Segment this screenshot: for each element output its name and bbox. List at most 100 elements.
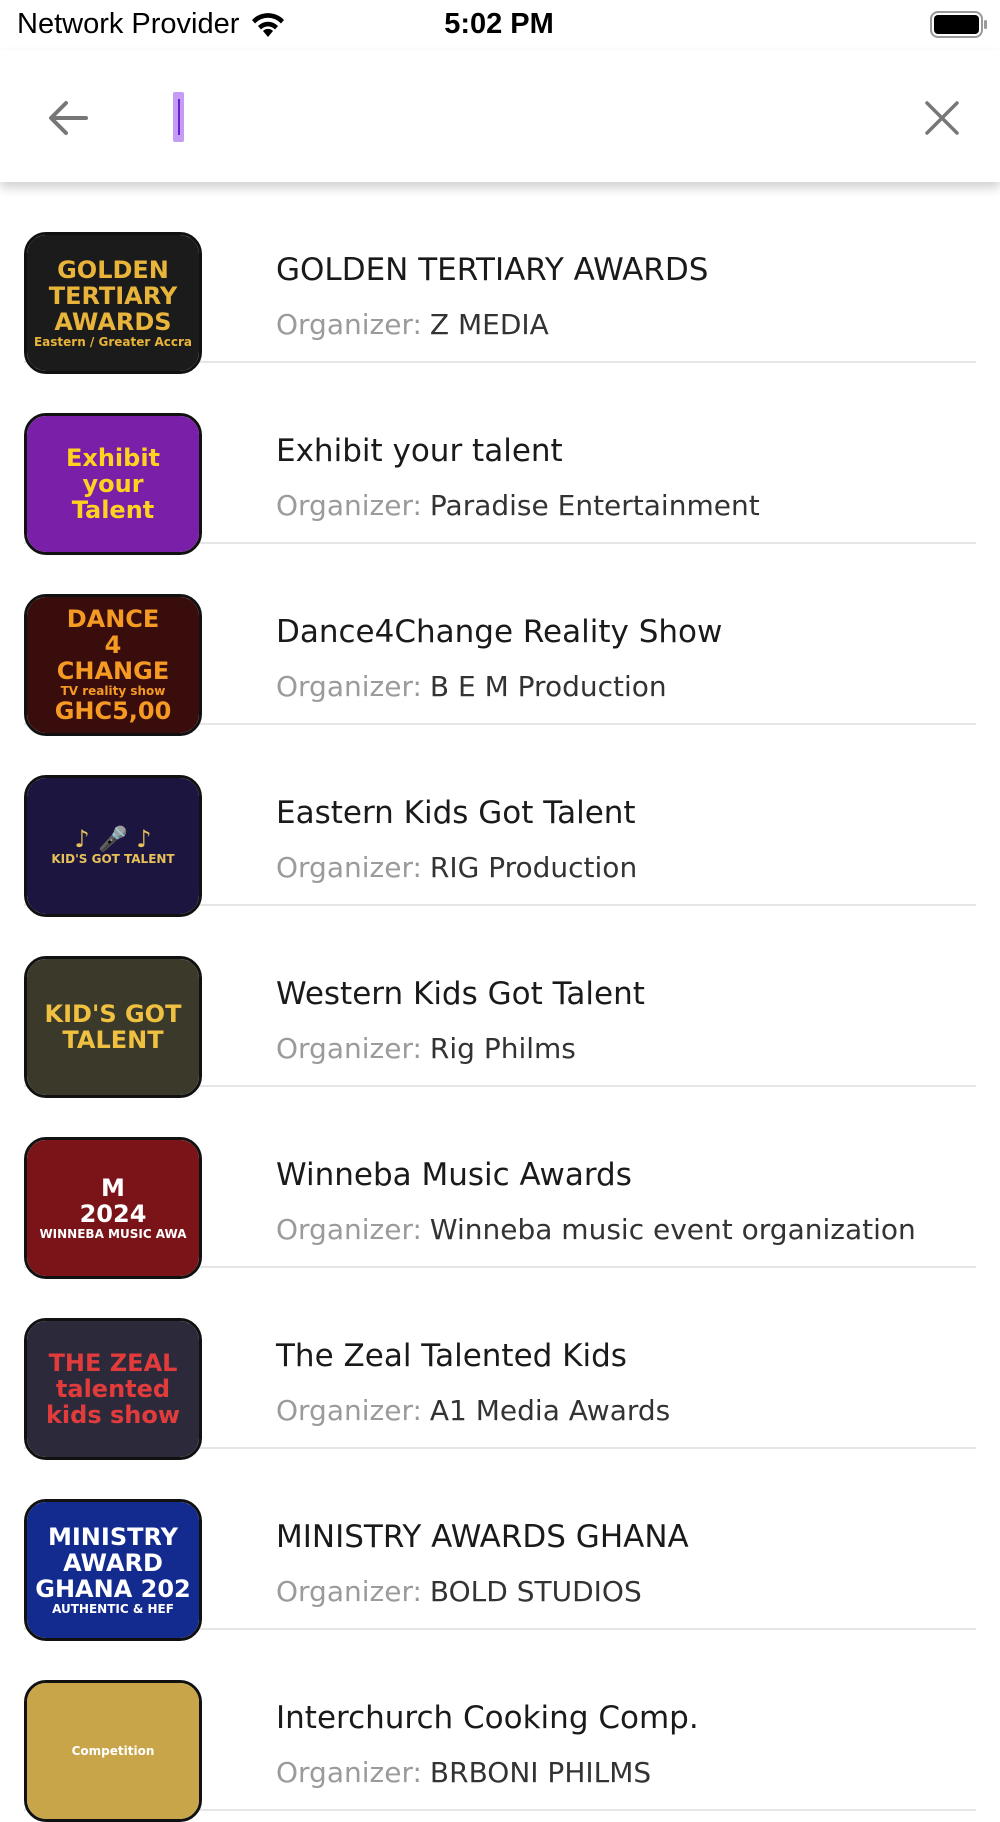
organizer-name: BRBONI PHILMS — [429, 1756, 652, 1789]
poster-text: Exhibit — [65, 444, 161, 472]
event-organizer: Organizer: Z MEDIA — [276, 308, 549, 341]
organizer-name: BOLD STUDIOS — [429, 1575, 642, 1608]
event-thumbnail: M 2024 WINNEBA MUSIC AWA — [24, 1137, 202, 1279]
event-title: Eastern Kids Got Talent — [276, 795, 636, 831]
event-thumbnail: Competition — [24, 1680, 202, 1822]
poster-text: TERTIARY — [48, 282, 178, 310]
event-title: The Zeal Talented Kids — [276, 1338, 627, 1374]
event-thumbnail: DANCE 4 CHANGE TV reality show GHC5,00 — [24, 594, 202, 736]
event-organizer: Organizer: Rig Philms — [276, 1032, 576, 1065]
event-poster: ♪ 🎤 ♪ KID'S GOT TALENT — [27, 778, 199, 914]
event-thumbnail: ♪ 🎤 ♪ KID'S GOT TALENT — [24, 775, 202, 917]
event-list-item[interactable]: M 2024 WINNEBA MUSIC AWA Winneba Music Awar… — [24, 1087, 976, 1279]
text-cursor — [173, 92, 184, 142]
poster-text: AUTHENTIC & HEF — [52, 1602, 174, 1616]
event-organizer: Organizer: Winneba music event organizati… — [276, 1213, 916, 1246]
poster-text: KID'S GOT TALENT — [51, 852, 175, 866]
event-title: Exhibit your talent — [276, 433, 563, 469]
event-title: Winneba Music Awards — [276, 1157, 632, 1193]
event-poster: DANCE 4 CHANGE TV reality show GHC5,00 — [27, 597, 199, 733]
poster-text: 4 — [104, 631, 122, 659]
clear-button[interactable] — [912, 90, 972, 146]
organizer-label: Organizer: — [276, 670, 422, 703]
organizer-label: Organizer: — [276, 308, 422, 341]
event-title: GOLDEN TERTIARY AWARDS — [276, 252, 709, 288]
status-bar: Network Provider 5:02 PM — [0, 0, 1000, 50]
event-list-item[interactable]: GOLDEN TERTIARY AWARDS Eastern / Greater Ac… — [24, 182, 976, 374]
event-organizer: Organizer: BRBONI PHILMS — [276, 1756, 651, 1789]
event-list-item[interactable]: KID'S GOT TALENT Western Kids Got Talent Or… — [24, 906, 976, 1098]
event-organizer: Organizer: Paradise Entertainment — [276, 489, 760, 522]
poster-text: AWARD — [63, 1549, 163, 1577]
organizer-label: Organizer: — [276, 489, 422, 522]
back-arrow-icon — [49, 101, 88, 135]
battery-icon — [930, 11, 987, 38]
event-thumbnail: Exhibit your Talent — [24, 413, 202, 555]
poster-text: MINISTRY — [47, 1523, 179, 1551]
organizer-label: Organizer: — [276, 1394, 422, 1427]
clock: 5:02 PM — [0, 8, 1000, 41]
poster-text: DANCE — [66, 605, 160, 633]
event-title: Interchurch Cooking Comp. — [276, 1700, 699, 1736]
organizer-name: Rig Philms — [429, 1032, 576, 1065]
poster-text: AWARDS — [54, 308, 172, 336]
organizer-name: Z MEDIA — [429, 308, 549, 341]
organizer-label: Organizer: — [276, 1575, 422, 1608]
event-poster: Exhibit your Talent — [27, 416, 199, 552]
event-title: MINISTRY AWARDS GHANA — [276, 1519, 689, 1555]
organizer-name: A1 Media Awards — [429, 1394, 671, 1427]
poster-text: WINNEBA MUSIC AWA — [39, 1227, 187, 1241]
poster-text: Competition — [71, 1744, 155, 1758]
event-thumbnail: KID'S GOT TALENT — [24, 956, 202, 1098]
poster-text: GOLDEN — [57, 256, 169, 284]
event-thumbnail: THE ZEAL talented kids show — [24, 1318, 202, 1460]
poster-text: TV reality show — [60, 684, 166, 698]
event-list-item[interactable]: DANCE 4 CHANGE TV reality show GHC5,00 Dance4… — [24, 544, 976, 736]
organizer-name: Winneba music event organization — [429, 1213, 916, 1246]
poster-text: M — [101, 1174, 125, 1202]
search-input[interactable] — [160, 90, 900, 146]
event-poster: GOLDEN TERTIARY AWARDS Eastern / Greater Ac… — [27, 235, 199, 371]
poster-text: GHC5,00 — [54, 697, 172, 725]
event-title: Dance4Change Reality Show — [276, 614, 723, 650]
event-thumbnail: GOLDEN TERTIARY AWARDS Eastern / Greater Ac… — [24, 232, 202, 374]
event-poster: THE ZEAL talented kids show — [27, 1321, 199, 1457]
poster-text: kids show — [45, 1401, 181, 1429]
close-icon — [925, 101, 959, 135]
event-poster: M 2024 WINNEBA MUSIC AWA — [27, 1140, 199, 1276]
event-list-item[interactable]: ♪ 🎤 ♪ KID'S GOT TALENT Eastern Kids Got Ta… — [24, 725, 976, 917]
poster-text: talented — [55, 1375, 171, 1403]
poster-text: THE ZEAL — [48, 1349, 178, 1377]
organizer-label: Organizer: — [276, 851, 422, 884]
organizer-name: B E M Production — [429, 670, 667, 703]
event-list: GOLDEN TERTIARY AWARDS Eastern / Greater Ac… — [0, 182, 1000, 1822]
organizer-label: Organizer: — [276, 1756, 422, 1789]
poster-text: CHANGE — [56, 657, 170, 685]
event-list-item[interactable]: THE ZEAL talented kids show The Zeal Talent… — [24, 1268, 976, 1460]
poster-text: TALENT — [62, 1026, 164, 1054]
event-organizer: Organizer: BOLD STUDIOS — [276, 1575, 642, 1608]
organizer-name: RIG Production — [429, 851, 638, 884]
event-title: Western Kids Got Talent — [276, 976, 645, 1012]
event-poster: MINISTRY AWARD GHANA 202 AUTHENTIC & HEF — [27, 1502, 199, 1638]
event-organizer: Organizer: RIG Production — [276, 851, 637, 884]
poster-text: ♪ 🎤 ♪ — [74, 825, 152, 853]
back-button[interactable] — [40, 90, 96, 146]
poster-text: Talent — [71, 496, 155, 524]
event-list-item[interactable]: Competition Interchurch Cooking Comp. Orga… — [24, 1630, 976, 1822]
organizer-label: Organizer: — [276, 1032, 422, 1065]
event-thumbnail: MINISTRY AWARD GHANA 202 AUTHENTIC & HEF — [24, 1499, 202, 1641]
poster-text: your — [82, 470, 144, 498]
poster-text: GHANA 202 — [35, 1575, 191, 1603]
organizer-label: Organizer: — [276, 1213, 422, 1246]
poster-text: Eastern / Greater Accra — [33, 335, 192, 349]
poster-text: KID'S GOT — [44, 1000, 182, 1028]
clock-text: 5:02 PM — [444, 8, 554, 40]
search-header — [0, 50, 1000, 182]
event-list-item[interactable]: Exhibit your Talent Exhibit your talent Orga… — [24, 363, 976, 555]
event-list-item[interactable]: MINISTRY AWARD GHANA 202 AUTHENTIC & HEF MIN… — [24, 1449, 976, 1641]
organizer-name: Paradise Entertainment — [429, 489, 760, 522]
event-organizer: Organizer: A1 Media Awards — [276, 1394, 670, 1427]
event-poster: Competition — [27, 1683, 199, 1819]
event-poster: KID'S GOT TALENT — [27, 959, 199, 1095]
